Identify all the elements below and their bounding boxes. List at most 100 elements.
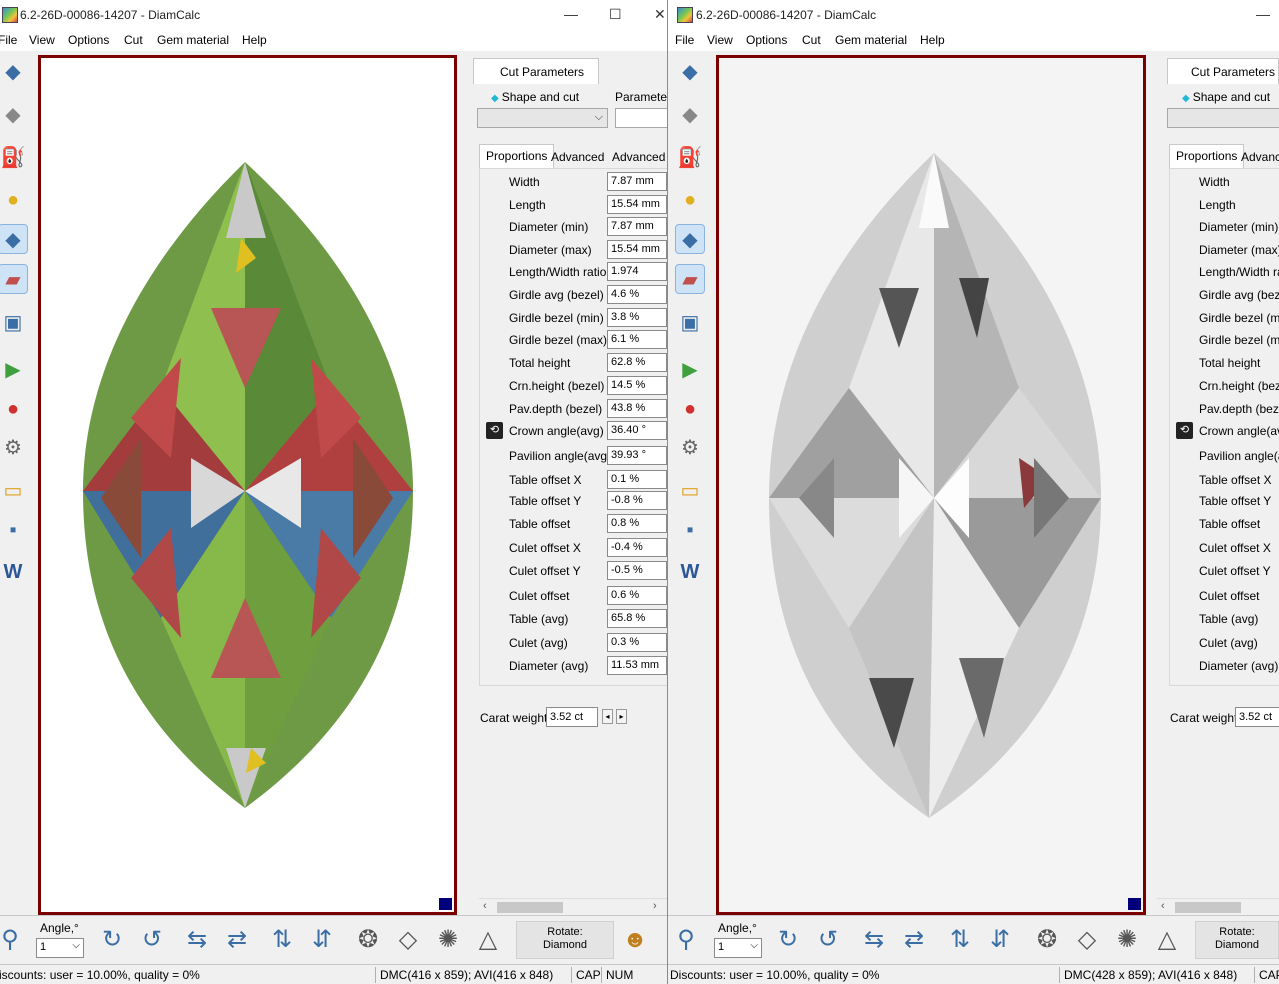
flip-horizontal-reverse-icon[interactable]: ⇄ (221, 924, 253, 956)
bottom-view-icon[interactable]: ✺ (432, 924, 464, 956)
scroll-right-icon[interactable]: › (653, 900, 657, 912)
param-value-field[interactable]: 0.3 % (607, 633, 667, 652)
param-value-field[interactable]: 7.87 mm (607, 172, 667, 191)
tab-cut-parameters[interactable]: Cut Parameters (1167, 58, 1279, 84)
param-value-field[interactable]: 11.53 mm (607, 656, 667, 675)
angle-select[interactable]: 1 ⌵ (36, 938, 84, 958)
diamond-view-icon[interactable]: ◆ (0, 224, 28, 254)
minimize-icon[interactable]: — (564, 6, 578, 22)
rotate-ccw-icon[interactable]: ↺ (136, 924, 168, 956)
gem-material-icon[interactable]: ◆ (0, 99, 28, 129)
save-icon[interactable]: ▪ (675, 515, 705, 545)
param-value-field[interactable]: 0.8 % (607, 514, 667, 533)
rotate-cw-icon[interactable]: ↻ (96, 924, 128, 956)
light-bulb-icon[interactable]: ● (0, 185, 28, 215)
rotate-ccw-icon[interactable]: ↺ (812, 924, 844, 956)
panel-horizontal-scrollbar[interactable]: ‹ › (479, 898, 667, 914)
side-view-icon[interactable]: ◇ (392, 924, 424, 956)
tilt-up-icon[interactable]: ⇅ (944, 924, 976, 956)
menu-file[interactable]: File (0, 33, 17, 47)
param-value-field[interactable]: -0.5 % (607, 561, 667, 580)
param-value-field[interactable]: 0.1 % (607, 470, 667, 489)
spectrum-icon[interactable]: ▰ (0, 264, 28, 294)
maximize-icon[interactable]: ☐ (609, 6, 622, 23)
param-value-field[interactable]: 0.6 % (607, 586, 667, 605)
top-view-icon[interactable]: ❂ (1031, 924, 1063, 956)
spectrum-icon[interactable]: ▰ (675, 264, 705, 294)
video-record-icon[interactable]: ● (0, 394, 28, 424)
scroll-thumb[interactable] (497, 902, 563, 913)
shape-dropdown[interactable]: ⌵ (477, 108, 608, 128)
gem-settings-icon[interactable]: ⚙ (0, 432, 28, 462)
param-value-field[interactable]: 1.974 (607, 262, 667, 281)
save-icon[interactable]: ▪ (0, 515, 28, 545)
video-record-icon[interactable]: ● (675, 394, 705, 424)
rotate-mode-box[interactable]: Rotate: Diamond (516, 921, 614, 959)
panel-horizontal-scrollbar[interactable]: ‹ (1157, 898, 1279, 914)
menu-view[interactable]: View (707, 33, 733, 47)
menu-options[interactable]: Options (68, 33, 109, 47)
param-value-field[interactable]: 6.1 % (607, 330, 667, 349)
param-value-field[interactable]: 43.8 % (607, 399, 667, 418)
scroll-left-icon[interactable]: ‹ (1161, 900, 1165, 912)
param-value-field[interactable]: -0.8 % (607, 491, 667, 510)
param-value-field[interactable]: 14.5 % (607, 376, 667, 395)
video-play-icon[interactable]: ▶ (675, 354, 705, 384)
param-value-field[interactable]: 15.54 mm (607, 240, 667, 259)
minimize-icon[interactable]: — (1256, 6, 1270, 22)
flip-horizontal-reverse-icon[interactable]: ⇄ (898, 924, 930, 956)
menu-file[interactable]: File (675, 33, 694, 47)
close-icon[interactable]: ✕ (654, 6, 666, 23)
parameters-field[interactable] (615, 108, 667, 128)
user-rotate-icon[interactable]: ☻ (619, 924, 651, 956)
paint-bucket-icon[interactable]: ⛽ (675, 142, 705, 172)
param-value-field[interactable]: -0.4 % (607, 538, 667, 557)
menu-gem-material[interactable]: Gem material (157, 33, 229, 47)
subtab-proportions[interactable]: Proportions (479, 144, 555, 168)
lock-icon[interactable]: ⟲ (486, 422, 503, 439)
param-value-field[interactable]: 65.8 % (607, 609, 667, 628)
param-value-field[interactable]: 4.6 % (607, 285, 667, 304)
shape-dropdown[interactable] (1167, 108, 1279, 128)
param-value-field[interactable]: 36.40 ° (607, 421, 667, 440)
scroll-thumb[interactable] (1175, 902, 1241, 913)
side-view-icon[interactable]: ◇ (1071, 924, 1103, 956)
zoom-icon[interactable]: ⚲ (670, 924, 702, 956)
perspective-view-icon[interactable]: △ (472, 924, 504, 956)
diamond-view-icon[interactable]: ◆ (675, 224, 705, 254)
menu-help[interactable]: Help (242, 33, 267, 47)
zoom-icon[interactable]: ⚲ (0, 924, 26, 956)
perspective-view-icon[interactable]: △ (1151, 924, 1183, 956)
menu-cut[interactable]: Cut (124, 33, 143, 47)
gem-settings-icon[interactable]: ⚙ (675, 432, 705, 462)
param-value-field[interactable]: 3.8 % (607, 308, 667, 327)
carat-increase-button[interactable]: ▸ (616, 709, 627, 724)
lock-icon[interactable]: ⟲ (1176, 422, 1193, 439)
param-value-field[interactable]: 15.54 mm (607, 195, 667, 214)
menu-help[interactable]: Help (920, 33, 945, 47)
open-folder-icon[interactable]: ▭ (0, 475, 28, 505)
photo-icon[interactable]: ▣ (675, 307, 705, 337)
gem-viewport-white[interactable] (716, 55, 1146, 915)
subtab-advanced[interactable]: Advance (1235, 146, 1279, 168)
tilt-up-icon[interactable]: ⇅ (266, 924, 298, 956)
tilt-down-icon[interactable]: ⇵ (306, 924, 338, 956)
gem-material-icon[interactable]: ◆ (675, 99, 705, 129)
param-value-field[interactable]: 7.87 mm (607, 217, 667, 236)
angle-select[interactable]: 1 ⌵ (714, 938, 762, 958)
subtab-proportions[interactable]: Proportions (1169, 144, 1245, 168)
subtab-advanced[interactable]: Advanced (545, 146, 610, 168)
open-folder-icon[interactable]: ▭ (675, 475, 705, 505)
carat-weight-field[interactable]: 3.52 ct (546, 707, 598, 727)
rotate-mode-box[interactable]: Rotate: Diamond (1195, 921, 1279, 959)
menu-gem-material[interactable]: Gem material (835, 33, 907, 47)
menu-options[interactable]: Options (746, 33, 787, 47)
flip-horizontal-icon[interactable]: ⇆ (858, 924, 890, 956)
carat-decrease-button[interactable]: ◂ (602, 709, 613, 724)
light-bulb-icon[interactable]: ● (675, 185, 705, 215)
rotate-cw-icon[interactable]: ↻ (772, 924, 804, 956)
top-view-icon[interactable]: ❂ (352, 924, 384, 956)
carat-weight-field[interactable]: 3.52 ct (1235, 707, 1279, 727)
gem-viewport-color[interactable] (38, 55, 457, 915)
bottom-view-icon[interactable]: ✺ (1111, 924, 1143, 956)
